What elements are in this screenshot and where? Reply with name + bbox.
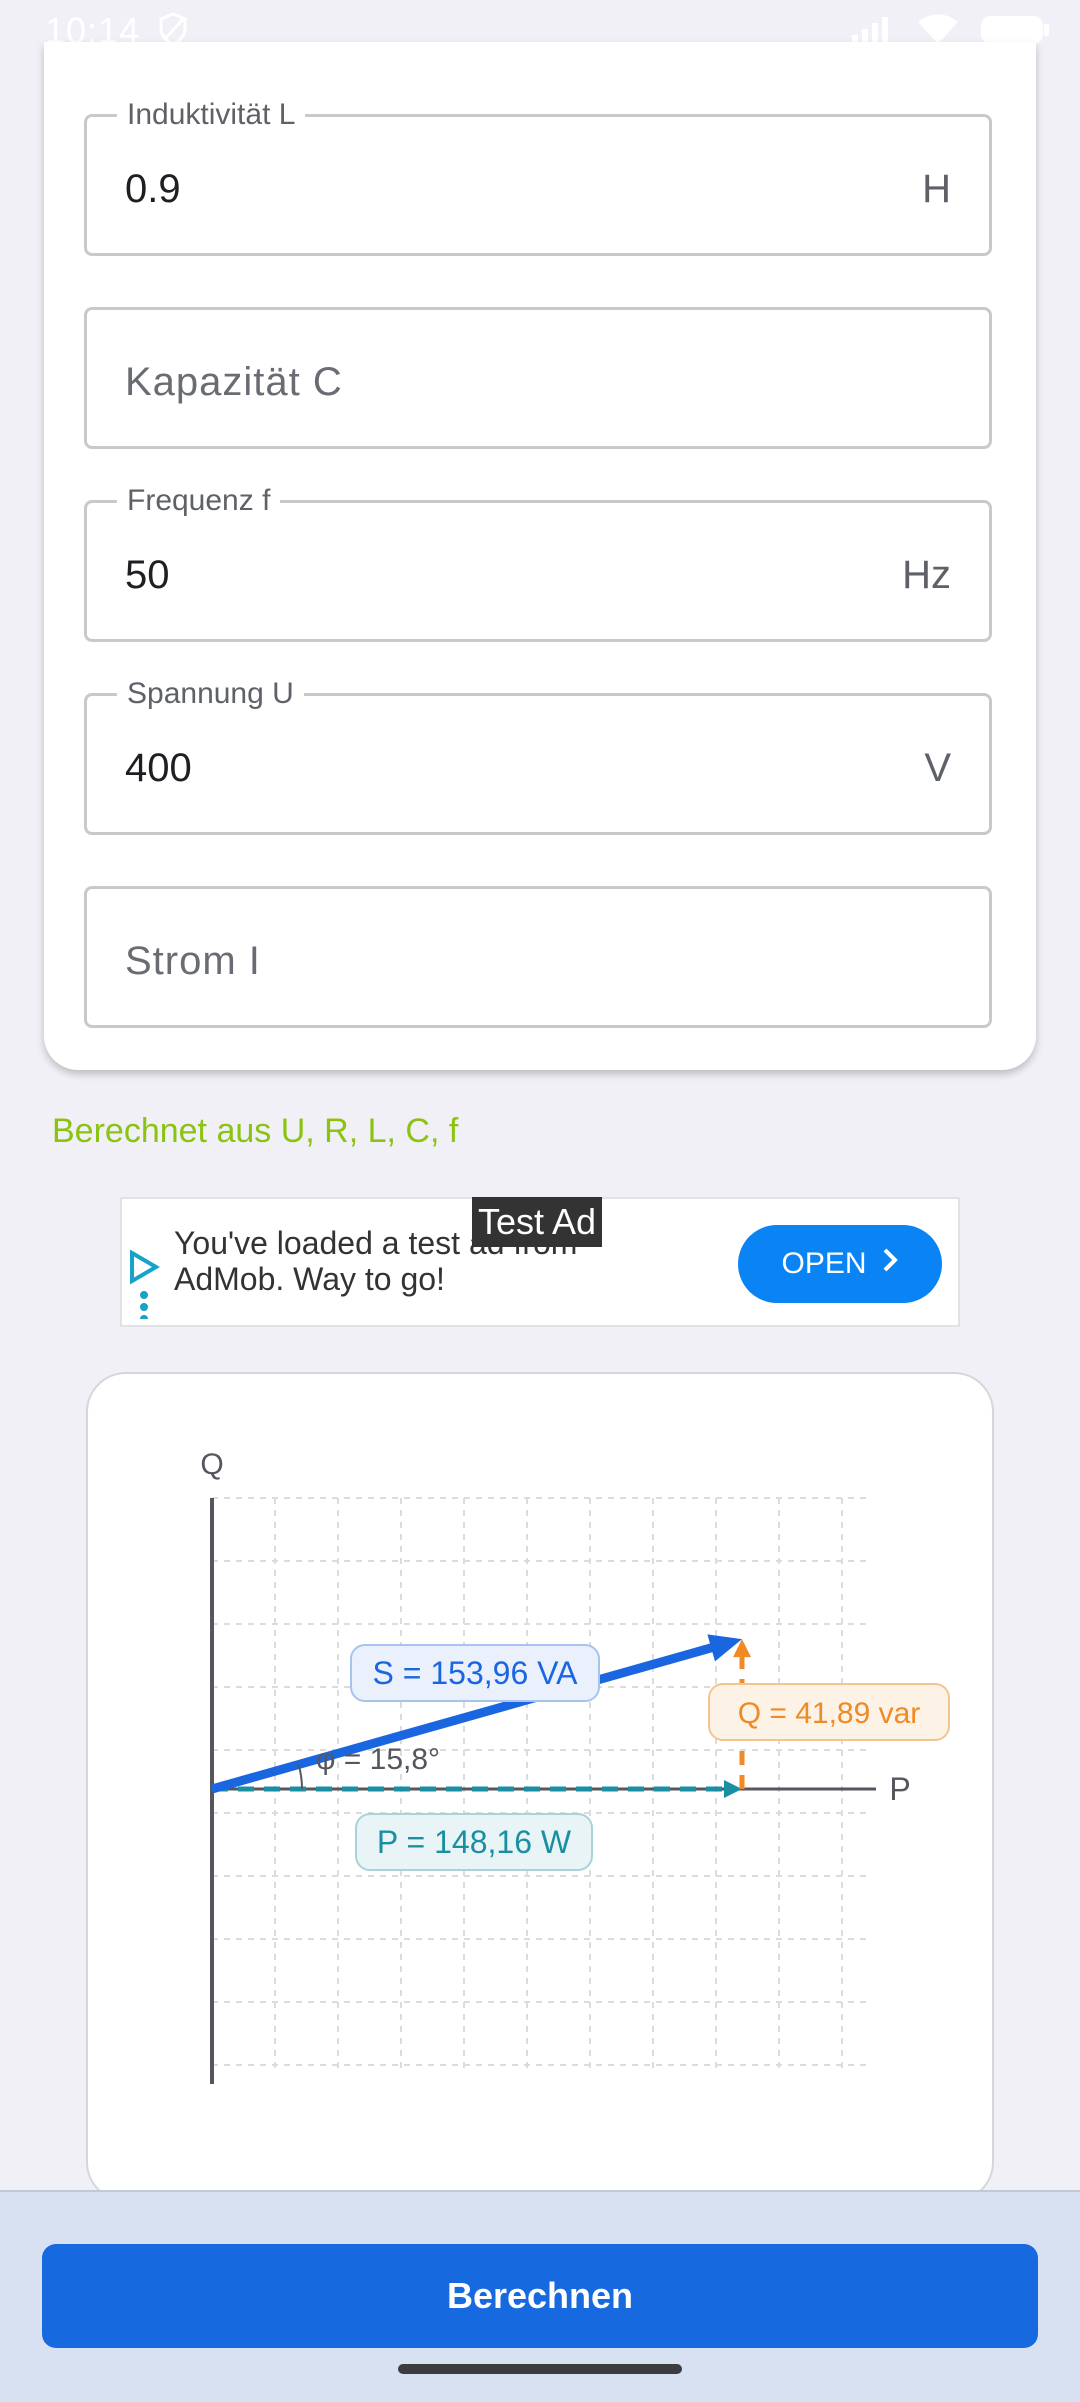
input-card: Induktivität L 0.9 H Kapazität C Frequen…: [44, 42, 1036, 1070]
frequency-unit: Hz: [902, 553, 951, 597]
p-vector-arrowhead: [724, 1780, 742, 1798]
power-diagram-card: Q P φ = 15,8° S = 153,96 VA Q = 41,89 va…: [86, 1372, 994, 2202]
frequency-label: Frequenz f: [117, 485, 281, 517]
test-ad-tag: Test Ad: [472, 1197, 603, 1247]
ad-open-label: OPEN: [781, 1247, 867, 1280]
home-indicator[interactable]: [398, 2364, 682, 2374]
ad-open-button[interactable]: OPEN: [738, 1225, 942, 1303]
s-label: S = 153,96 VA: [373, 1655, 579, 1691]
calculate-button[interactable]: Berechnen: [42, 2244, 1038, 2348]
inductance-label: Induktivität L: [117, 99, 306, 131]
voltage-label: Spannung U: [117, 678, 304, 710]
current-placeholder: Strom I: [125, 939, 261, 983]
chevron-right-icon: [881, 1247, 899, 1281]
inductance-value: 0.9: [125, 167, 181, 211]
voltage-field[interactable]: Spannung U 400 V: [84, 678, 992, 835]
capacitance-field[interactable]: Kapazität C: [84, 307, 992, 449]
s-vector-arrowhead: [707, 1634, 742, 1662]
phi-label: φ = 15,8°: [316, 1743, 440, 1776]
p-label: P = 148,16 W: [377, 1824, 572, 1860]
voltage-value: 400: [125, 746, 192, 790]
computed-note: Berechnet aus U, R, L, C, f: [52, 1112, 459, 1150]
q-label: Q = 41,89 var: [738, 1697, 921, 1730]
frequency-field[interactable]: Frequenz f 50 Hz: [84, 485, 992, 642]
current-field[interactable]: Strom I: [84, 886, 992, 1028]
frequency-value: 50: [125, 553, 170, 597]
ad-choices-icon[interactable]: [128, 1249, 160, 1324]
voltage-unit: V: [924, 746, 951, 790]
power-triangle-diagram: Q P φ = 15,8° S = 153,96 VA Q = 41,89 va…: [200, 1448, 950, 2084]
grid: [211, 1497, 868, 2074]
q-axis-label: Q: [200, 1448, 223, 1481]
ad-banner[interactable]: You've loaded a test ad from AdMob. Way …: [120, 1197, 960, 1327]
capacitance-placeholder: Kapazität C: [125, 360, 343, 404]
p-axis-label: P: [889, 1771, 910, 1807]
inductance-field[interactable]: Induktivität L 0.9 H: [84, 99, 992, 256]
inductance-unit: H: [922, 167, 951, 211]
